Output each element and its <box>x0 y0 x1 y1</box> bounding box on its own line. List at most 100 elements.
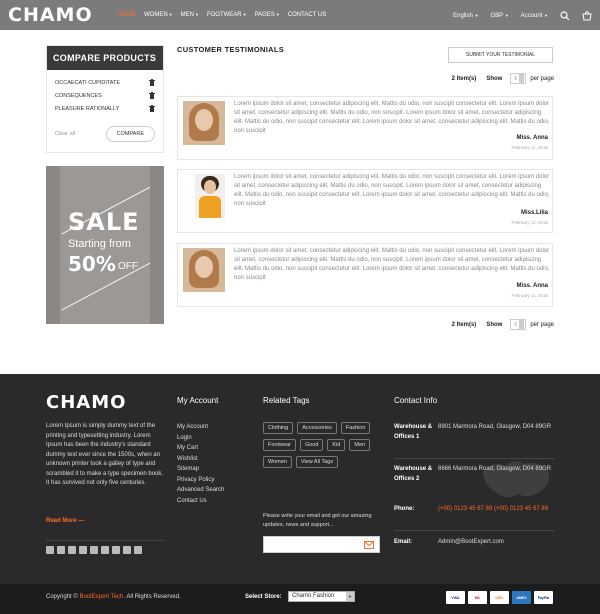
footer-link-wishlist[interactable]: Wishlist <box>177 454 224 465</box>
compare-title: COMPARE PRODUCTS <box>47 46 163 70</box>
copyright-brand-link[interactable]: BootExpert Tech <box>79 594 123 600</box>
pager-top: 2 Item(s) Show 5 per page <box>452 73 554 84</box>
tag-footwear[interactable]: Footwear <box>263 439 296 451</box>
testimonial-avatar <box>195 174 225 218</box>
footer-link-login[interactable]: Login <box>177 433 224 444</box>
currency-selector[interactable]: GBP ▼ <box>490 13 508 19</box>
testimonial-avatar <box>183 101 225 145</box>
trash-icon[interactable] <box>149 79 155 86</box>
nav-item-label: WOMEN <box>144 12 168 18</box>
store-select[interactable]: Chamo Fashion ▼ <box>288 591 355 602</box>
nav-item-men[interactable]: MEN▼ <box>181 12 199 18</box>
nav-item-pages[interactable]: PAGES▼ <box>255 12 280 18</box>
sale-banner[interactable]: SALE Starting from 50% OFF <box>46 166 164 324</box>
compare-item: OCCAECATI CUPIDITATE <box>55 76 155 89</box>
rss-icon[interactable] <box>123 546 131 554</box>
linkedin-icon[interactable] <box>79 546 87 554</box>
testimonial-card: Lorem ipsum dolor sit amet, consectetur … <box>177 96 553 160</box>
nav-item-home[interactable]: HOME <box>118 12 136 18</box>
site-logo[interactable]: CHAMO <box>8 4 93 26</box>
compare-item-name[interactable]: OCCAECATI CUPIDITATE <box>55 80 120 86</box>
tag-view-all[interactable]: View All Tags <box>295 456 339 468</box>
store-value: Chamo Fashion <box>292 593 335 599</box>
site-footer: CHAMO Lorem Ipsum is simply dummy text o… <box>0 374 600 584</box>
per-page-select[interactable]: 5 <box>510 73 527 84</box>
banner-sale-text: SALE <box>68 208 140 236</box>
contact-label: Phone: <box>394 506 415 512</box>
trash-icon[interactable] <box>149 105 155 112</box>
testimonial-author: Miss. Anna <box>516 283 548 289</box>
nav-item-footwear[interactable]: FOOTWEAR▼ <box>207 12 247 18</box>
payment-methods: VISA MC DISC AMEX PayPal <box>446 591 556 604</box>
compare-item: PLEASURE RATIONALLY <box>55 102 155 115</box>
show-label: Show <box>486 75 503 82</box>
items-count: 2 Item(s) <box>451 75 477 82</box>
compare-item-name[interactable]: CONSEQUENCES <box>55 93 102 99</box>
clear-all-link[interactable]: Clear all <box>55 131 75 137</box>
language-label: English <box>453 13 473 19</box>
chevron-down-icon: ▼ <box>346 592 354 601</box>
youtube-icon[interactable] <box>112 546 120 554</box>
tag-fashion[interactable]: Fashion <box>340 422 371 434</box>
trash-icon[interactable] <box>149 92 155 99</box>
site-header: CHAMO HOME WOMEN▼ MEN▼ FOOTWEAR▼ PAGES▼ … <box>0 0 600 30</box>
newsletter-text: Please write your email and get our amaz… <box>263 513 372 528</box>
nav-item-women[interactable]: WOMEN▼ <box>144 12 173 18</box>
google-plus-icon[interactable] <box>90 546 98 554</box>
tag-clothing[interactable]: Clothing <box>263 422 294 434</box>
account-menu[interactable]: Account ▼ <box>521 13 548 19</box>
facebook-icon[interactable] <box>46 546 54 554</box>
banner-percent: 50% <box>68 252 116 276</box>
compare-item-name[interactable]: PLEASURE RATIONALLY <box>55 106 119 112</box>
testimonial-text: Lorem ipsum dolor sit amet, consectetur … <box>234 174 550 207</box>
search-icon[interactable] <box>560 11 570 21</box>
pinterest-icon[interactable] <box>101 546 109 554</box>
footer-link-advanced-search[interactable]: Advanced Search <box>177 485 224 496</box>
compare-products-box: COMPARE PRODUCTS OCCAECATI CUPIDITATE CO… <box>46 45 164 153</box>
tag-women[interactable]: Women <box>263 456 292 468</box>
per-page-value: 5 <box>514 321 518 328</box>
chevron-down-icon <box>519 320 525 329</box>
pager-bottom: 2 Item(s) Show 5 per page <box>452 319 554 330</box>
contact-value[interactable]: Admin@BootExpert.com <box>438 537 554 547</box>
show-label: Show <box>486 321 503 328</box>
items-count: 2 Item(s) <box>451 321 477 328</box>
read-more-link[interactable]: Read More — <box>46 518 84 524</box>
nav-item-label: MEN <box>180 12 194 18</box>
instagram-icon[interactable] <box>68 546 76 554</box>
twitter-icon[interactable] <box>57 546 65 554</box>
tag-kid[interactable]: Kid <box>327 439 346 451</box>
tag-men[interactable]: Men <box>349 439 371 451</box>
language-selector[interactable]: English ▼ <box>453 13 478 19</box>
nav-item-contact[interactable]: CONTACT US <box>288 12 326 18</box>
per-page-label: per page <box>530 75 554 82</box>
tag-good[interactable]: Good <box>299 439 324 451</box>
footer-link-cart[interactable]: My Cart <box>177 443 224 454</box>
newsletter-email-input[interactable] <box>263 536 380 553</box>
footer-link-my-account[interactable]: My Account <box>177 422 224 433</box>
contact-value[interactable]: (+00) 0123 45 67 89 (+00) 0123 45 67 89 <box>438 504 554 514</box>
amex-icon: AMEX <box>512 591 531 604</box>
account-label: Account <box>520 13 543 19</box>
footer-link-privacy[interactable]: Privacy Policy <box>177 475 224 486</box>
contact-value: 8666 Marmora Road, Glasgow, D04 89GR <box>438 466 552 472</box>
currency-label: GBP <box>490 13 504 19</box>
footer-link-contact[interactable]: Contact Us <box>177 496 224 507</box>
mail-icon[interactable] <box>364 541 374 549</box>
banner-off: OFF <box>118 261 138 272</box>
footer-logo[interactable]: CHAMO <box>46 392 126 413</box>
copyright-prefix: Copyright © <box>46 594 78 600</box>
footer-about-text: Lorem Ipsum is simply dummy text of the … <box>46 423 164 486</box>
chevron-down-icon: ▼ <box>168 12 173 17</box>
nav-item-label: PAGES <box>254 12 275 18</box>
chevron-down-icon: ▼ <box>275 12 280 17</box>
testimonial-author: Miss.Lilia <box>520 210 548 216</box>
compare-button[interactable]: COMPARE <box>105 126 155 142</box>
per-page-select[interactable]: 5 <box>510 319 527 330</box>
tag-cloud: Clothing Accessories Fashion Footwear Go… <box>263 422 383 473</box>
cart-icon[interactable] <box>582 11 592 21</box>
tag-accessories[interactable]: Accessories <box>297 422 337 434</box>
submit-testimonial-button[interactable]: SUBMIT YOUR TESTIMONIAL <box>448 47 553 63</box>
vimeo-icon[interactable] <box>134 546 142 554</box>
footer-link-sitemap[interactable]: Sitemap <box>177 464 224 475</box>
